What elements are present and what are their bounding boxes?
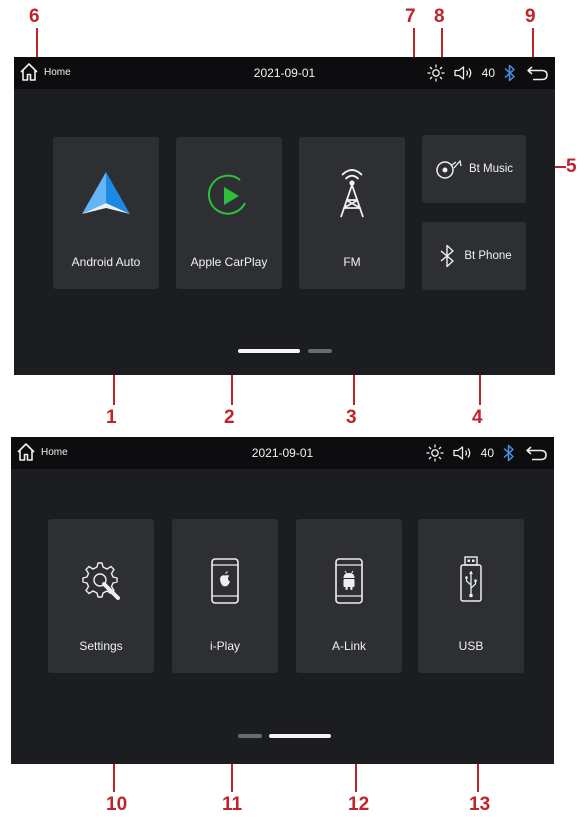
bt-music-icon <box>436 159 462 179</box>
fm-label: FM <box>343 255 361 269</box>
callout-4: 4 <box>472 407 483 428</box>
iplay-label: i-Play <box>209 639 240 653</box>
volume-level: 40 <box>481 66 495 80</box>
status-bar: Home 2021-09-01 40 <box>11 437 554 469</box>
settings-gear-icon <box>82 562 120 600</box>
bt-phone-label: Bt Phone <box>464 250 512 262</box>
apple-carplay-label: Apple CarPlay <box>190 255 268 269</box>
usb-label: USB <box>458 639 484 653</box>
iplay-tile[interactable]: i-Play <box>172 519 278 673</box>
callout-2: 2 <box>224 407 235 428</box>
volume-icon[interactable] <box>451 443 475 463</box>
bt-music-tile[interactable]: Bt Music <box>422 135 526 203</box>
callout-5: 5 <box>566 156 577 177</box>
alink-phone-icon <box>335 558 363 604</box>
home-screen-page-2: Home 2021-09-01 40 Settings i-Play A-Lin… <box>11 437 554 764</box>
callout-8: 8 <box>434 6 445 27</box>
usb-tile[interactable]: USB <box>418 519 524 673</box>
home-screen-page-1: Home 2021-09-01 40 Android Auto Apple Ca… <box>14 57 555 375</box>
bt-phone-tile[interactable]: Bt Phone <box>422 222 526 290</box>
alink-tile[interactable]: A-Link <box>296 519 402 673</box>
callout-1: 1 <box>106 407 117 428</box>
callout-11: 11 <box>222 794 243 815</box>
bluetooth-icon[interactable] <box>501 62 519 84</box>
bluetooth-icon[interactable] <box>500 442 518 464</box>
volume-icon[interactable] <box>452 63 476 83</box>
carplay-icon <box>207 174 246 215</box>
page-indicator-active[interactable] <box>238 349 300 353</box>
callout-10: 10 <box>106 794 128 815</box>
brightness-icon[interactable] <box>426 63 446 83</box>
usb-icon <box>460 556 482 602</box>
page-indicator-inactive[interactable] <box>238 734 262 738</box>
callout-13: 13 <box>469 794 491 815</box>
callout-3: 3 <box>346 407 357 428</box>
android-auto-icon <box>82 172 130 214</box>
alink-label: A-Link <box>331 639 366 653</box>
page-indicator-active[interactable] <box>269 734 331 738</box>
callout-7: 7 <box>405 6 416 27</box>
callout-6: 6 <box>29 6 40 27</box>
settings-label: Settings <box>79 639 123 653</box>
page-indicator-inactive[interactable] <box>308 349 332 353</box>
iplay-phone-icon <box>211 558 239 604</box>
brightness-icon[interactable] <box>425 443 445 463</box>
apple-carplay-tile[interactable]: Apple CarPlay <box>176 137 282 289</box>
android-auto-label: Android Auto <box>71 255 141 269</box>
back-icon[interactable] <box>524 443 550 463</box>
bt-phone-icon <box>440 244 455 268</box>
fm-tile[interactable]: FM <box>299 137 405 289</box>
fm-antenna-icon <box>340 169 364 218</box>
back-icon[interactable] <box>525 63 551 83</box>
volume-level: 40 <box>480 446 494 460</box>
bt-music-label: Bt Music <box>468 163 514 175</box>
status-bar: Home 2021-09-01 40 <box>14 57 555 89</box>
settings-tile[interactable]: Settings <box>48 519 154 673</box>
android-auto-tile[interactable]: Android Auto <box>53 137 159 289</box>
callout-9: 9 <box>525 6 536 27</box>
callout-12: 12 <box>348 794 370 815</box>
